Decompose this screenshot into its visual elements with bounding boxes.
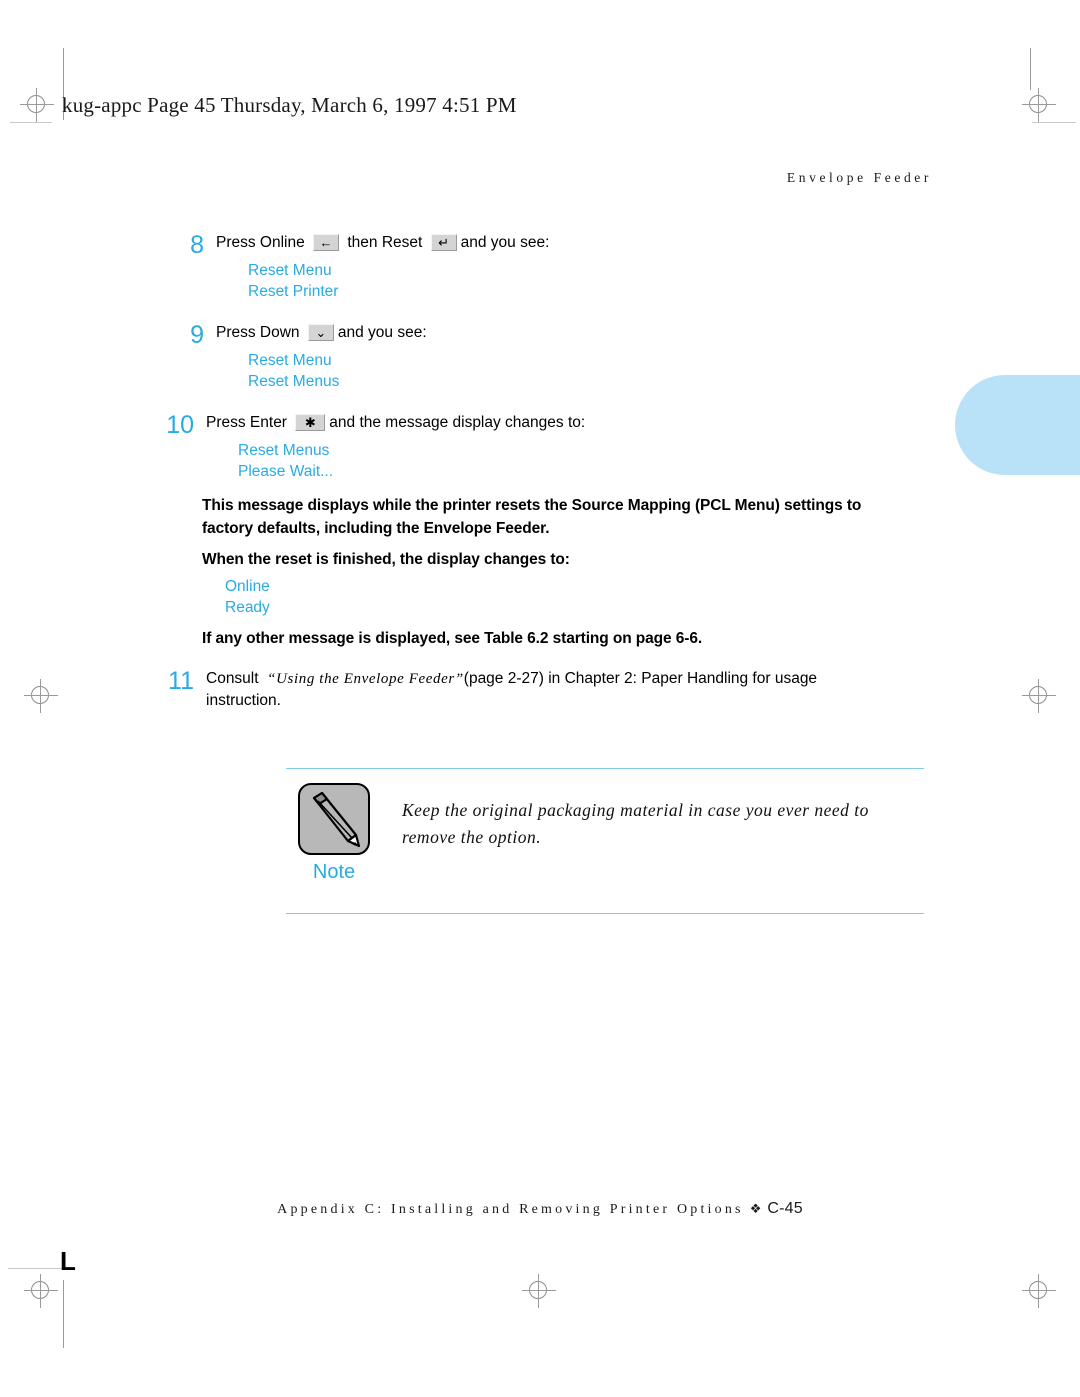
note-label: Note bbox=[312, 861, 356, 883]
reset-key-icon: ↵ bbox=[430, 233, 457, 251]
online-key-icon: ← bbox=[313, 233, 340, 251]
quote-close: ” bbox=[454, 671, 464, 687]
step-11: 11 Consult “ Using the Envelope Feeder ”… bbox=[150, 668, 966, 712]
display-line: Please Wait... bbox=[238, 463, 334, 480]
note-text-line-2: remove the option. bbox=[402, 827, 542, 847]
step-number: 10 bbox=[166, 411, 194, 439]
note-content: Note Keep the original packaging materia… bbox=[286, 769, 924, 913]
step-number: 9 bbox=[190, 321, 204, 349]
display-line: Reset Menu bbox=[248, 352, 332, 369]
display-line: Reset Printer bbox=[248, 283, 339, 300]
step-text: and you see: bbox=[460, 234, 550, 251]
trim-line-right-top bbox=[1030, 48, 1031, 90]
display-line: Online bbox=[225, 578, 270, 595]
footer-title: Appendix C: Installing and Removing Prin… bbox=[277, 1202, 744, 1217]
lcd-display-readout: Reset Menu Reset Menus bbox=[248, 350, 427, 392]
lcd-display-readout: Reset Menus Please Wait... bbox=[238, 440, 585, 482]
display-line: Ready bbox=[225, 599, 270, 616]
step-8: 8 Press Online ← then Reset ↵ and you se… bbox=[160, 232, 549, 302]
step-body: Consult “ Using the Envelope Feeder ” (p… bbox=[206, 668, 966, 712]
trim-line-left-upper bbox=[10, 122, 52, 123]
registration-mark-top-left bbox=[20, 88, 54, 122]
running-head: Envelope Feeder bbox=[786, 170, 932, 185]
lcd-display-readout: Reset Menu Reset Printer bbox=[248, 260, 549, 302]
diamond-icon: ❖ bbox=[749, 1201, 762, 1216]
display-line: Reset Menu bbox=[248, 262, 332, 279]
pencil-icon bbox=[298, 783, 370, 855]
step-instruction: Consult “ Using the Envelope Feeder ” (p… bbox=[206, 668, 966, 690]
down-key-icon: ⌄ bbox=[307, 323, 334, 341]
registration-mark-middle-right bbox=[1022, 679, 1056, 713]
corner-crop-mark: L bbox=[60, 1246, 76, 1276]
enter-key-icon: ✱ bbox=[295, 413, 326, 431]
step-body: Press Online ← then Reset ↵ and you see:… bbox=[216, 232, 549, 302]
note-callout: Note Keep the original packaging materia… bbox=[286, 768, 924, 914]
registration-mark-middle-left bbox=[24, 679, 58, 713]
registration-mark-bottom-right bbox=[1022, 1274, 1056, 1308]
trim-line-left-bottom bbox=[63, 1280, 64, 1348]
step-text: and you see: bbox=[337, 324, 427, 341]
quote-open: “ bbox=[267, 671, 277, 687]
other-message-note: If any other message is displayed, see T… bbox=[202, 630, 703, 647]
step-number: 11 bbox=[168, 667, 194, 695]
step-number: 8 bbox=[190, 231, 204, 259]
registration-mark-bottom-center bbox=[522, 1274, 556, 1308]
registration-mark-top-right bbox=[1022, 88, 1056, 122]
step-instruction: Press Online ← then Reset ↵ and you see: bbox=[216, 232, 549, 254]
step-text: Press Enter bbox=[206, 414, 292, 431]
display-line: Reset Menus bbox=[238, 442, 330, 459]
step-text: and the message display changes to: bbox=[329, 414, 586, 431]
reset-description-line-2: factory defaults, including the Envelope… bbox=[202, 520, 550, 537]
registration-mark-bottom-left bbox=[24, 1274, 58, 1308]
referenced-section-title: Using the Envelope Feeder bbox=[276, 671, 455, 687]
chapter-thumb-tab bbox=[955, 375, 1080, 475]
step-text: (page 2-27) in Chapter 2: Paper Handling… bbox=[463, 670, 818, 687]
trim-line-right-upper bbox=[1032, 122, 1076, 123]
step-9: 9 Press Down ⌄ and you see: Reset Menu R… bbox=[160, 322, 427, 392]
finished-heading: When the reset is finished, the display … bbox=[202, 551, 570, 568]
file-path-header: kug-appc Page 45 Thursday, March 6, 1997… bbox=[62, 93, 517, 117]
step-text: Consult bbox=[206, 670, 268, 687]
reset-description-line-1: This message displays while the printer … bbox=[202, 497, 862, 514]
step-body: Press Enter ✱ and the message display ch… bbox=[206, 412, 585, 482]
step-10: 10 Press Enter ✱ and the message display… bbox=[150, 412, 585, 482]
display-line: Reset Menus bbox=[248, 373, 340, 390]
document-page: L kug-appc Page 45 Thursday, March 6, 19… bbox=[0, 0, 1080, 1397]
note-text: Keep the original packaging material in … bbox=[382, 783, 924, 851]
page-footer: Appendix C: Installing and Removing Prin… bbox=[0, 1200, 1080, 1218]
note-bottom-rule bbox=[286, 913, 924, 914]
finished-display-readout: Online Ready bbox=[225, 576, 270, 618]
note-text-line-1: Keep the original packaging material in … bbox=[402, 800, 869, 820]
reset-description: This message displays while the printer … bbox=[202, 494, 972, 540]
step-instruction-line-2: instruction. bbox=[206, 692, 281, 709]
step-instruction: Press Down ⌄ and you see: bbox=[216, 322, 427, 344]
step-body: Press Down ⌄ and you see: Reset Menu Res… bbox=[216, 322, 427, 392]
step-text: Press Online bbox=[216, 234, 310, 251]
note-icon-group: Note bbox=[286, 783, 382, 884]
page-number: C-45 bbox=[767, 1200, 803, 1217]
trim-line-left-lower bbox=[8, 1268, 62, 1269]
step-text: Press Down bbox=[216, 324, 304, 341]
step-text: then Reset bbox=[343, 234, 427, 251]
step-instruction: Press Enter ✱ and the message display ch… bbox=[206, 412, 585, 434]
